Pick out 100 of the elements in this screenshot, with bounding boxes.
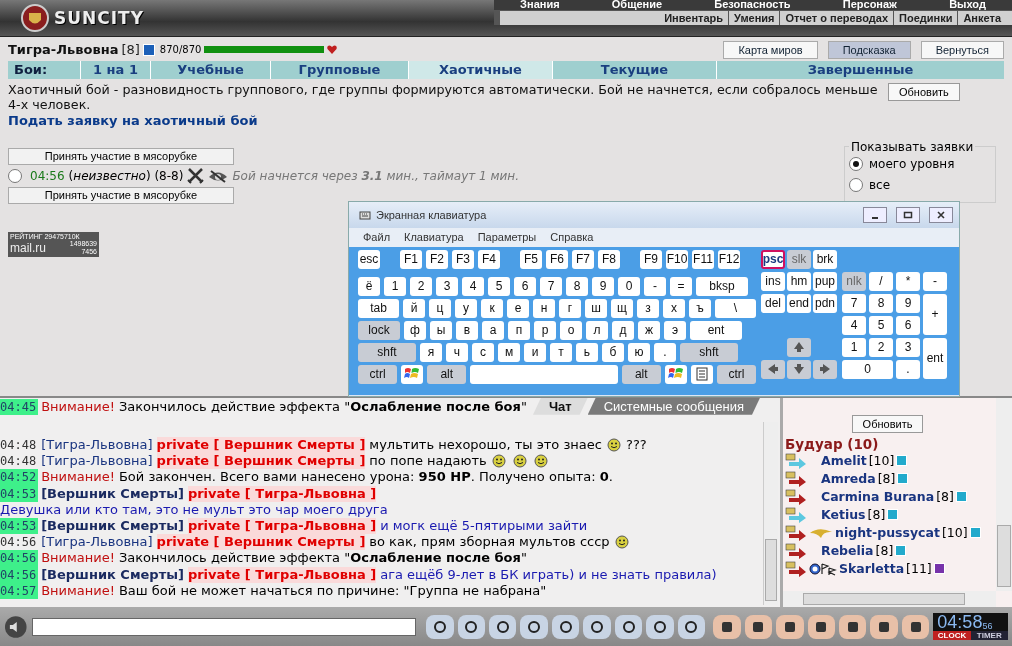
message-time[interactable]: 04:53 [0,518,39,535]
keyboard-key[interactable]: slk [787,249,811,269]
user-name[interactable]: Carmina Burana [821,489,935,505]
user-name[interactable]: Ketius [821,507,866,523]
keyboard-key[interactable]: psc [761,249,785,269]
keyboard-key[interactable]: п [508,320,530,340]
keyboard-key[interactable]: ъ [689,298,711,318]
keyboard-key[interactable]: 0 [842,359,893,379]
menu-link[interactable]: Знания [520,0,560,10]
menu-link[interactable]: Общение [611,0,663,10]
refresh-button[interactable]: Обновить [888,82,960,101]
close-button[interactable] [929,206,953,223]
keyboard-key[interactable]: = [670,276,692,296]
message-time[interactable]: 04:56 [0,534,39,551]
user-name[interactable]: Skarletta [839,561,905,577]
menu-link[interactable]: Персонаж [842,0,897,10]
fight-tab[interactable]: Хаотичные [408,60,552,79]
keyboard-key[interactable]: а [482,320,504,340]
keyboard-key[interactable]: alt [621,364,661,384]
apply-link[interactable]: Подать заявку на хаотичный бой [8,112,1004,128]
radio-button[interactable] [8,168,22,183]
keyboard-key[interactable]: 4 [842,315,866,335]
windows-key[interactable] [664,364,687,384]
keyboard-key[interactable]: \ [715,298,756,318]
minimize-button[interactable] [863,206,887,223]
keyboard-key[interactable]: F3 [452,249,474,269]
fight-tab[interactable]: Учебные [150,60,270,79]
menu-key[interactable] [690,364,713,384]
keyboard-key[interactable]: и [524,342,546,362]
arrow-icon[interactable] [785,470,807,487]
keyboard-key[interactable]: F4 [478,249,500,269]
keyboard-key[interactable]: й [403,298,425,318]
keyboard-key[interactable]: е [507,298,529,318]
keyboard-key[interactable]: ctrl [358,364,398,384]
keyboard-key[interactable]: bksp [696,276,748,296]
keyboard-key[interactable]: F11 [692,249,714,269]
chat-input-field[interactable] [31,617,417,636]
menu-link[interactable]: Инвентарь [659,11,729,25]
refresh-button[interactable]: Обновить [851,414,924,433]
clock-tab[interactable]: CLOCK [933,631,971,641]
keyboard-key[interactable]: shft [358,342,416,362]
menu-item[interactable]: Клавиатура [404,231,464,244]
keyboard-key[interactable]: м [498,342,520,362]
keyboard-key[interactable]: ш [585,298,607,318]
keyboard-key[interactable]: 6 [514,276,536,296]
menu-item[interactable]: Параметры [477,231,537,244]
arrow-key[interactable] [787,337,811,357]
private-recipient[interactable]: private [ Вершник Смерты ] [156,453,366,470]
radio-button[interactable] [849,157,863,172]
keyboard-key[interactable]: ent [690,320,742,340]
keyboard-key[interactable]: ins [761,271,785,291]
maximize-button[interactable] [896,206,920,223]
keyboard-key[interactable]: э [664,320,686,340]
keyboard-key[interactable]: д [612,320,634,340]
nav-button[interactable]: Подсказка [827,40,911,59]
scrollbar[interactable] [783,591,996,608]
scrollbar[interactable] [996,397,1012,592]
chat-tab[interactable]: Системные сообщения [587,397,760,415]
arrow-icon[interactable] [785,542,807,559]
keyboard-key[interactable]: alt [427,364,467,384]
keyboard-key[interactable]: 3 [896,337,920,357]
fight-tab[interactable]: Текущие [552,60,716,79]
keyboard-key[interactable]: к [481,298,503,318]
arrow-key[interactable] [787,359,811,379]
user-name[interactable]: Amelit [821,453,867,469]
keyboard-key[interactable]: л [586,320,608,340]
keyboard-key[interactable]: 6 [896,315,920,335]
sender-name[interactable]: [Тигра-Львовна] [41,453,153,470]
keyboard-key[interactable]: 3 [436,276,458,296]
menu-link[interactable]: Безопасность [714,0,791,10]
keyboard-key[interactable]: 4 [462,276,484,296]
keyboard-key[interactable]: 5 [488,276,510,296]
sender-name[interactable]: [Вершник Смерты] [41,518,184,535]
speaker-icon[interactable] [4,614,28,639]
keyboard-key[interactable]: lock [358,320,400,340]
keyboard-key[interactable]: F6 [546,249,568,269]
keyboard-key[interactable]: 9 [896,293,920,313]
fight-tab[interactable]: 1 на 1 [80,60,150,79]
arrow-icon[interactable] [785,488,807,505]
private-recipient[interactable]: private [ Тигра-Львовна ] [187,485,377,502]
chat-tab[interactable]: Чат [532,397,588,415]
message-time[interactable]: 04:48 [0,453,39,470]
keyboard-key[interactable]: hm [787,271,811,291]
keyboard-key[interactable]: F1 [400,249,422,269]
keyboard-key[interactable]: ent [923,337,947,379]
keyboard-key[interactable]: esc [358,249,380,269]
keyboard-key[interactable]: ф [404,320,426,340]
private-recipient[interactable]: private [ Тигра-Львовна ] [187,566,377,583]
menu-item[interactable]: Справка [550,231,594,244]
user-name[interactable]: Amreda [821,471,876,487]
keyboard-key[interactable]: F12 [718,249,740,269]
keyboard-key[interactable]: ц [429,298,451,318]
keyboard-key[interactable]: F7 [572,249,594,269]
arrow-icon[interactable] [785,524,807,541]
keyboard-key[interactable]: ч [446,342,468,362]
message-time[interactable]: 04:45 [0,398,39,415]
private-recipient[interactable]: private [ Вершник Смерты ] [156,437,366,454]
keyboard-key[interactable]: ctrl [716,364,757,384]
keyboard-key[interactable]: ы [430,320,452,340]
keyboard-key[interactable]: - [923,271,947,291]
